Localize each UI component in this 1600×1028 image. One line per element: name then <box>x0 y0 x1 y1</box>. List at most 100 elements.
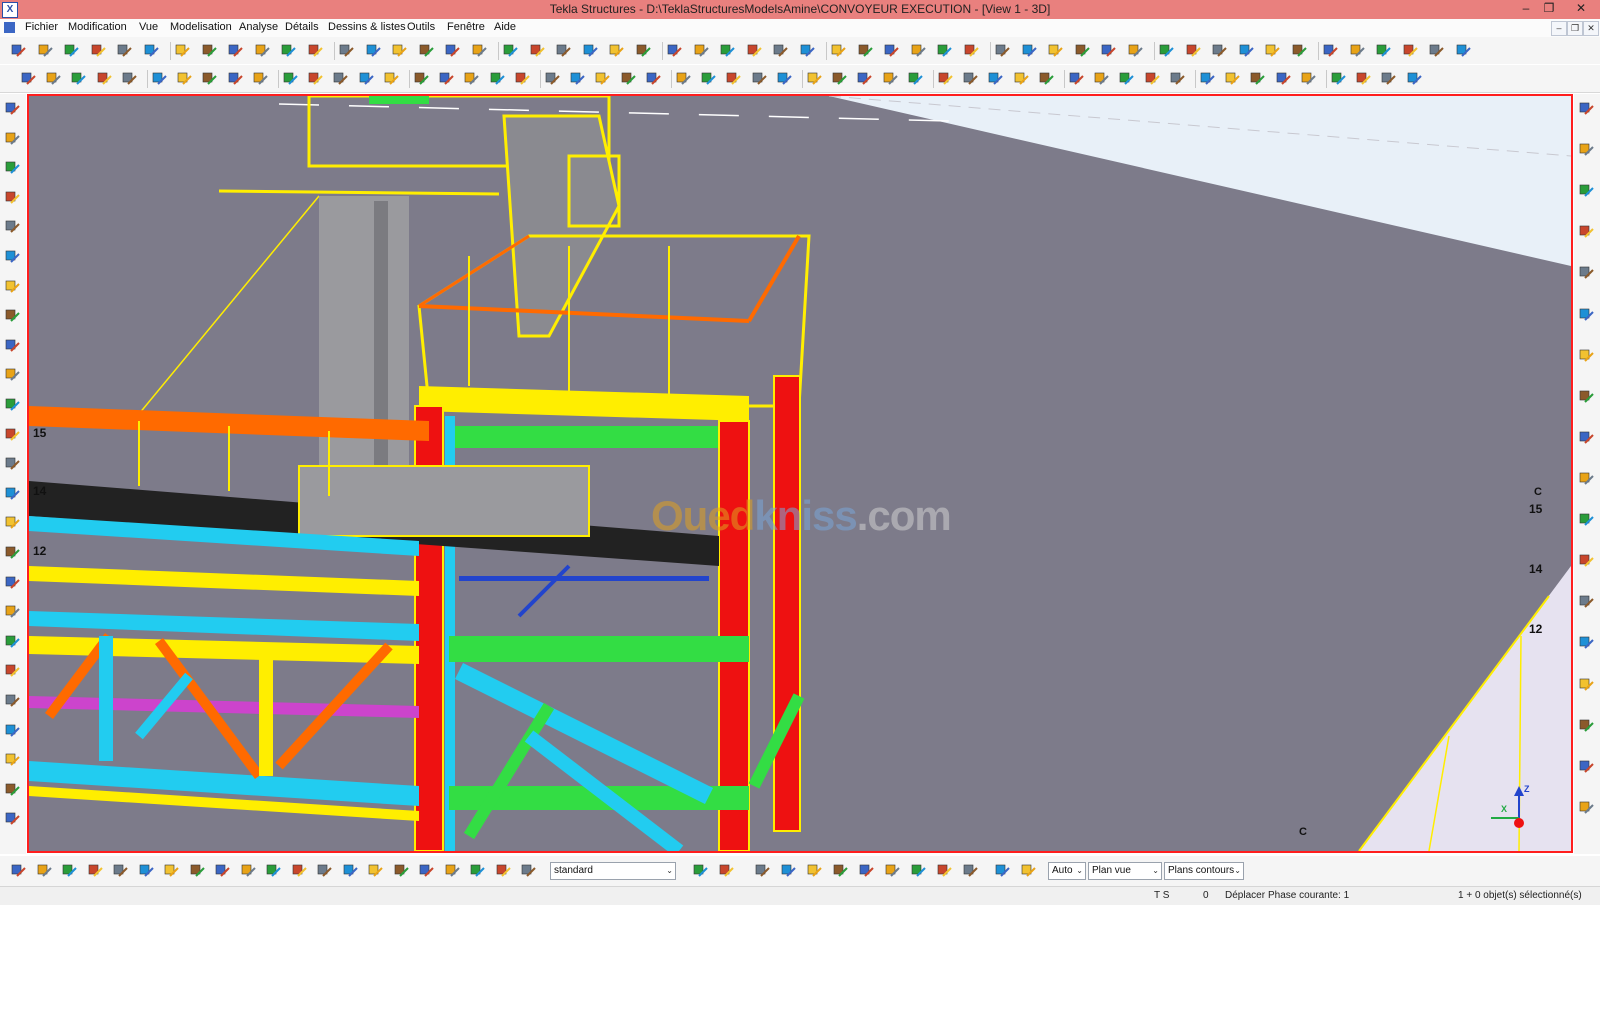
connection-icon[interactable] <box>529 42 546 59</box>
doc-check-1-icon[interactable] <box>1578 100 1596 118</box>
select-rect-icon[interactable] <box>87 862 105 880</box>
yellow-pipe-icon[interactable] <box>4 455 22 473</box>
select-surface-icon[interactable] <box>4 159 22 177</box>
snap-icon[interactable] <box>746 42 763 59</box>
view-by-points-icon[interactable] <box>358 70 375 87</box>
grid-icon[interactable] <box>608 42 625 59</box>
restore-button[interactable]: ❐ <box>1538 0 1560 19</box>
zoom-in-icon[interactable] <box>1402 42 1419 59</box>
numbering-icon[interactable] <box>799 42 816 59</box>
folder-doc-6-icon[interactable] <box>1578 676 1596 694</box>
select-area-icon[interactable] <box>36 862 54 880</box>
zoom-window-icon[interactable] <box>1455 42 1472 59</box>
select-cut-icon[interactable] <box>4 218 22 236</box>
mdi-close-button[interactable]: ✕ <box>1583 21 1599 36</box>
snap-pattern-icon[interactable] <box>1330 70 1347 87</box>
inquire-icon[interactable] <box>227 42 244 59</box>
column-create-icon[interactable] <box>20 70 37 87</box>
group-4-icon[interactable] <box>1375 42 1392 59</box>
concrete-beam-icon[interactable] <box>227 70 244 87</box>
bolt-icon[interactable] <box>1185 42 1202 59</box>
select-cut-icon[interactable] <box>393 862 411 880</box>
new-model-icon[interactable] <box>10 42 27 59</box>
part-view-icon[interactable] <box>645 70 662 87</box>
menu-dessins-listes[interactable]: Dessins & listes <box>328 21 406 33</box>
blue-arrow-icon[interactable] <box>4 810 22 828</box>
view-list-icon[interactable] <box>280 42 297 59</box>
close-button[interactable]: ✕ <box>1566 0 1596 19</box>
contour-plate-icon[interactable] <box>252 70 269 87</box>
select-link-icon[interactable] <box>520 862 538 880</box>
select-grid-icon[interactable] <box>4 278 22 296</box>
undo-icon[interactable] <box>90 42 107 59</box>
loft-plate-icon[interactable] <box>307 70 324 87</box>
line-icon[interactable] <box>666 42 683 59</box>
fitting-icon[interactable] <box>1264 42 1281 59</box>
move-object-icon[interactable] <box>4 603 22 621</box>
slab-icon[interactable] <box>1158 42 1175 59</box>
snap-intersection-icon[interactable] <box>907 70 924 87</box>
inquire-object-icon[interactable] <box>4 396 22 414</box>
snap-custom-icon[interactable] <box>1380 70 1397 87</box>
snap-perp-plane-icon[interactable] <box>1169 70 1186 87</box>
properties-icon[interactable] <box>201 42 218 59</box>
selection-icon[interactable] <box>307 42 324 59</box>
select-weld-icon[interactable] <box>342 862 360 880</box>
strip-footing-icon[interactable] <box>176 70 193 87</box>
work-plane-icon[interactable] <box>438 70 455 87</box>
select-pointer-icon[interactable] <box>10 862 28 880</box>
snap-end-toggle-icon[interactable] <box>754 862 772 880</box>
snap-any-icon[interactable] <box>1013 70 1030 87</box>
select-bolt-icon[interactable] <box>316 862 334 880</box>
menu-modelisation[interactable]: Modelisation <box>170 21 232 33</box>
snap-reference-icon[interactable] <box>1093 70 1110 87</box>
render-icon[interactable] <box>857 42 874 59</box>
plate-icon[interactable] <box>1127 42 1144 59</box>
measure-icon[interactable] <box>719 42 736 59</box>
select-all-icon[interactable] <box>365 42 382 59</box>
snap-middle-icon[interactable] <box>882 70 899 87</box>
view-icon[interactable] <box>254 42 271 59</box>
polybeam-icon[interactable] <box>70 70 87 87</box>
select-assembly-icon[interactable] <box>265 862 283 880</box>
inquire-assembly-icon[interactable] <box>4 426 22 444</box>
cancel-filter-icon[interactable] <box>718 862 736 880</box>
eraser-icon[interactable] <box>994 42 1011 59</box>
snap-grid-icon[interactable] <box>1068 70 1085 87</box>
snap-center-icon[interactable] <box>1038 70 1055 87</box>
menu-aide[interactable]: Aide <box>494 21 516 33</box>
split-icon[interactable] <box>4 722 22 740</box>
cut-icon[interactable] <box>338 42 355 59</box>
reference-icon[interactable] <box>751 70 768 87</box>
snap-plane-combo[interactable]: Plan vue ⌄ <box>1088 862 1162 880</box>
create-panel-icon[interactable] <box>471 42 488 59</box>
view-plane-icon[interactable] <box>994 862 1012 880</box>
create-plate-icon[interactable] <box>418 42 435 59</box>
select-point-icon[interactable] <box>418 862 436 880</box>
rotate-icon[interactable] <box>4 662 22 680</box>
inquire-snap-icon[interactable] <box>4 514 22 532</box>
numbering-check-icon[interactable] <box>4 781 22 799</box>
open-model-icon[interactable] <box>37 42 54 59</box>
snap-line-icon[interactable] <box>962 70 979 87</box>
snap-perp-toggle-icon[interactable] <box>936 862 954 880</box>
mark-icon[interactable] <box>725 70 742 87</box>
model-view-3d[interactable]: 15 14 12 C 15 14 12 C Z X Ouedkniss.com <box>27 94 1573 853</box>
copy-object-icon[interactable] <box>4 574 22 592</box>
work-area-icon[interactable] <box>463 70 480 87</box>
help-icon[interactable] <box>582 42 599 59</box>
binoculars-icon[interactable] <box>620 70 637 87</box>
select-x-icon[interactable] <box>163 862 181 880</box>
folder-doc-9-icon[interactable] <box>1578 799 1596 817</box>
group-2-icon[interactable] <box>1322 42 1339 59</box>
select-circle-icon[interactable] <box>61 862 79 880</box>
erase-icon[interactable] <box>1021 42 1038 59</box>
concrete-column-icon[interactable] <box>201 70 218 87</box>
zoom-out-icon[interactable] <box>1428 42 1445 59</box>
catalog-icon[interactable] <box>963 42 980 59</box>
select-weld-icon[interactable] <box>4 189 22 207</box>
macro-icon[interactable] <box>910 42 927 59</box>
yellow-pipe-2-icon[interactable] <box>4 485 22 503</box>
curved-beam-icon[interactable] <box>96 70 113 87</box>
snap-circle-icon[interactable] <box>1224 70 1241 87</box>
